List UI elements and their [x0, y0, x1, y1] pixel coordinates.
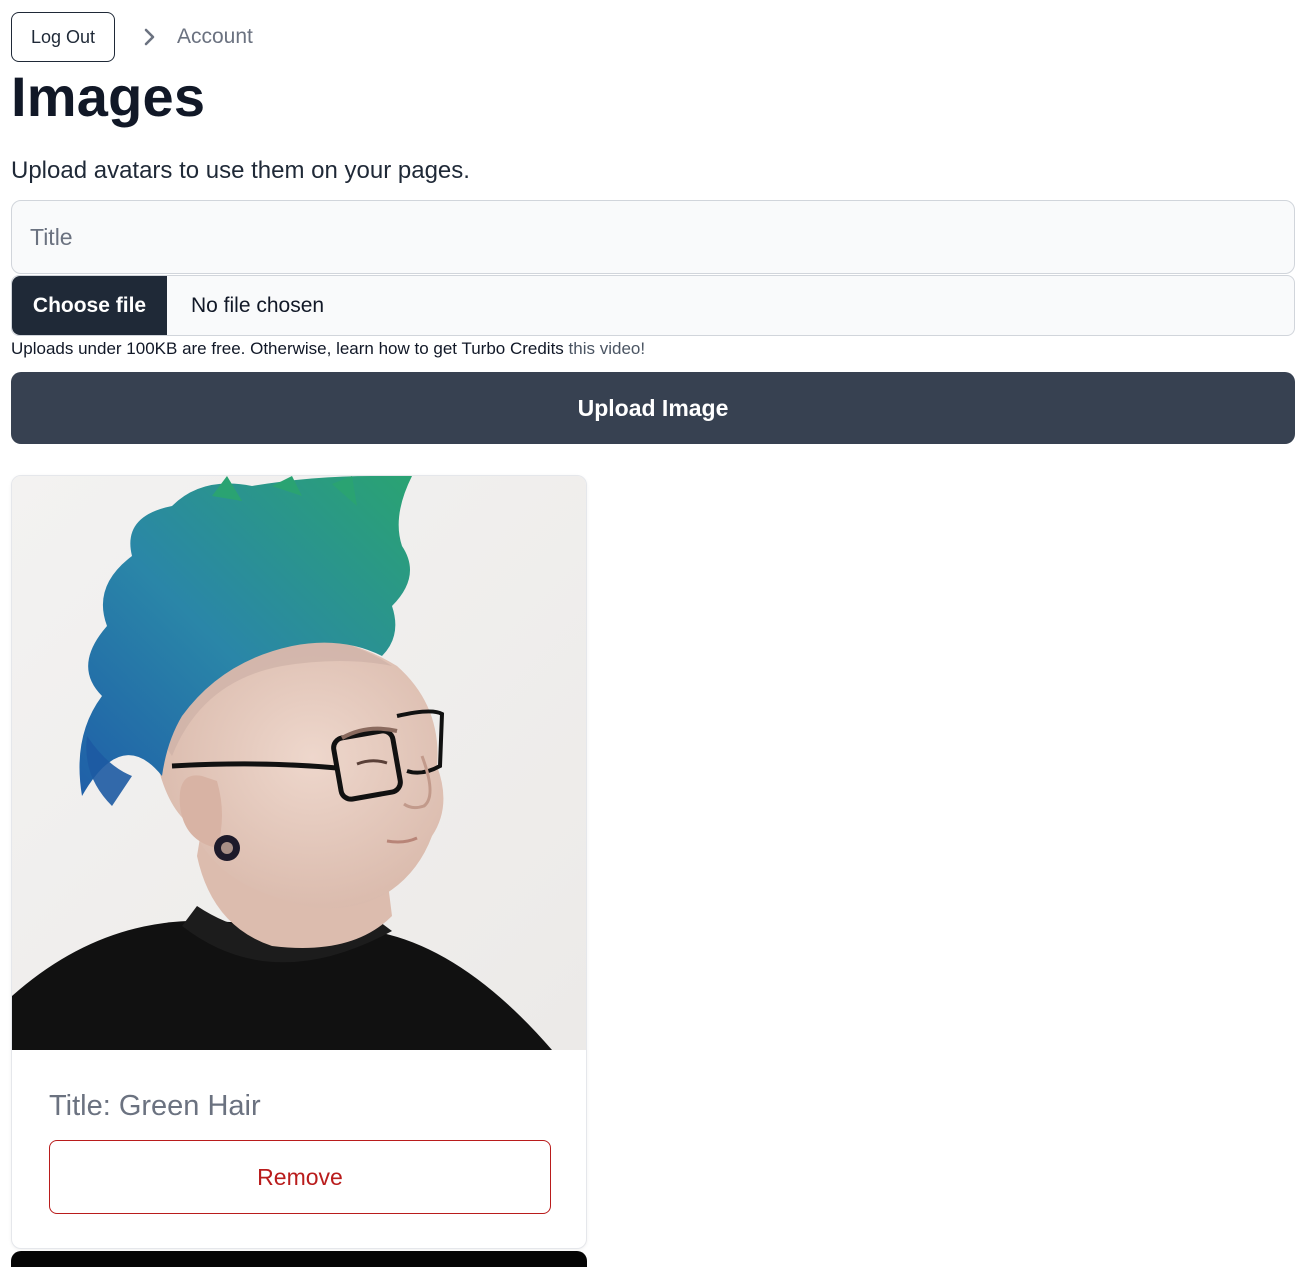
- breadcrumb-account-link[interactable]: Account: [177, 25, 253, 49]
- file-input[interactable]: Choose file No file chosen: [11, 275, 1295, 336]
- avatar-image: [12, 476, 586, 1050]
- page-subtitle: Upload avatars to use them on your pages…: [11, 157, 470, 184]
- remove-image-button[interactable]: Remove: [49, 1140, 551, 1214]
- help-video-link[interactable]: this video!: [569, 339, 646, 358]
- image-title-label: Title: Green Hair: [49, 1090, 261, 1122]
- choose-file-button[interactable]: Choose file: [12, 276, 167, 335]
- upload-help-prefix: Uploads under 100KB are free. Otherwise,…: [11, 339, 569, 358]
- images-page: Log Out Account Images Upload avatars to…: [0, 0, 1309, 1267]
- chevron-right-icon: [141, 28, 159, 46]
- image-card-next: [11, 1251, 587, 1267]
- title-input[interactable]: [11, 200, 1295, 274]
- logout-button[interactable]: Log Out: [11, 12, 115, 62]
- image-card: Title: Green Hair Remove: [11, 475, 587, 1249]
- upload-help-text: Uploads under 100KB are free. Otherwise,…: [11, 339, 645, 359]
- page-title: Images: [11, 65, 206, 128]
- upload-image-button[interactable]: Upload Image: [11, 372, 1295, 444]
- breadcrumb: Log Out Account: [11, 12, 253, 62]
- file-status-text: No file chosen: [191, 293, 325, 317]
